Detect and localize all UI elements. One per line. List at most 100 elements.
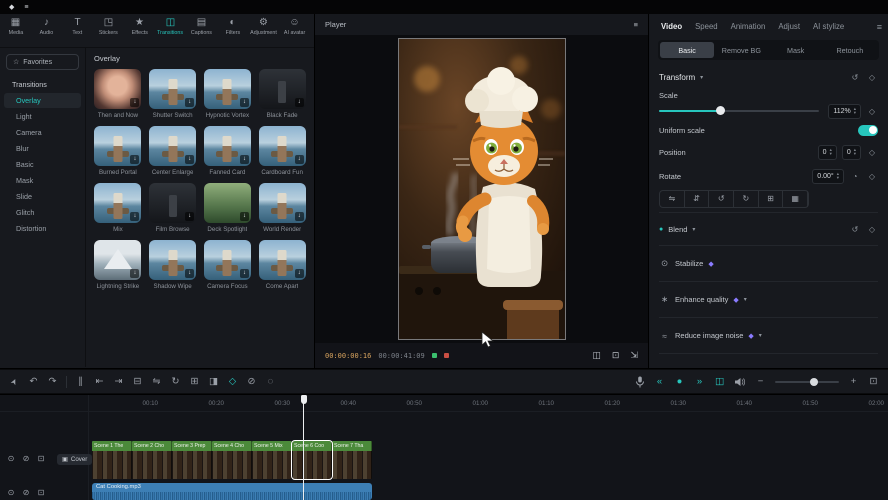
flip-vertical-icon[interactable]: ⇵ [685, 191, 710, 207]
flip-horizontal-icon[interactable]: ⇋ [660, 191, 685, 207]
rotate-right-icon[interactable]: ↻ [734, 191, 759, 207]
position-y-input[interactable]: 0 ▴▾ [842, 145, 861, 160]
download-icon[interactable]: ↓ [185, 212, 194, 221]
download-icon[interactable]: ↓ [240, 269, 249, 278]
hide-icon[interactable]: ◌ [265, 376, 276, 388]
keyframe-icon[interactable]: ◇ [227, 376, 238, 388]
timeline-clip[interactable]: Scene 2 Cho [132, 441, 172, 479]
download-icon[interactable]: ↓ [240, 212, 249, 221]
keyframe-icon[interactable]: ◇ [866, 148, 878, 157]
timeline-clip[interactable]: Scene 1 The [92, 441, 132, 479]
mute-icon[interactable]: ⊘ [246, 376, 257, 388]
track-hide-icon[interactable]: ⊙ [6, 487, 16, 499]
transition-thumbnail[interactable]: ↓ [259, 240, 306, 280]
uniform-scale-toggle[interactable] [858, 125, 878, 136]
enhance-quality-row[interactable]: ∗ Enhance quality ◆ ▾ [659, 286, 878, 313]
transition-item[interactable]: ↓ Shutter Switch [149, 69, 197, 119]
tab-ai-avatar[interactable]: ☺ AI avatar [279, 17, 310, 36]
transition-item[interactable]: ↓ Camera Focus [204, 240, 252, 290]
sidebar-item-distortion[interactable]: Distortion [4, 221, 81, 236]
rotate-left-icon[interactable]: ↺ [709, 191, 734, 207]
transition-thumbnail[interactable]: ↓ [149, 240, 196, 280]
mask-icon[interactable]: ◨ [208, 376, 219, 388]
transition-item[interactable]: ↓ Center Enlarge [149, 126, 197, 176]
transition-thumbnail[interactable]: ↓ [259, 69, 306, 109]
tab-adjustment[interactable]: ⚙ Adjustment [248, 17, 279, 36]
transition-item[interactable]: ↓ Cardboard Fun [258, 126, 306, 176]
transition-item[interactable]: ↓ Black Fade [258, 69, 306, 119]
keyframe-icon[interactable]: ◇ [866, 172, 878, 181]
timeline-ruler[interactable]: 00:1000:2000:3000:4000:5001:0001:1001:20… [0, 395, 888, 412]
keyframe-icon[interactable]: ◇ [866, 225, 878, 234]
fit-timeline-button[interactable]: ⊡ [868, 376, 879, 388]
reduce-noise-row[interactable]: ≈ Reduce image noise ◆ ▾ [659, 322, 878, 349]
canvas-fit-icon[interactable]: ⊡ [612, 350, 620, 361]
download-icon[interactable]: ↓ [295, 98, 304, 107]
transition-item[interactable]: ↓ Lightning Strike [94, 240, 142, 290]
transition-thumbnail[interactable]: ↓ [94, 126, 141, 166]
tab-captions[interactable]: ▤ Captions [186, 17, 217, 36]
crop-icon[interactable]: ⊞ [189, 376, 200, 388]
transition-thumbnail[interactable]: ↓ [94, 240, 141, 280]
timeline-zoom-slider[interactable] [775, 381, 839, 383]
tab-animation[interactable]: Animation [725, 18, 772, 35]
download-icon[interactable]: ↓ [295, 269, 304, 278]
sidebar-item-light[interactable]: Light [4, 109, 81, 124]
download-icon[interactable]: ↓ [185, 98, 194, 107]
download-icon[interactable]: ↓ [185, 269, 194, 278]
app-menu-icon[interactable]: ≡ [24, 4, 28, 11]
sidebar-item-overlay[interactable]: Overlay [4, 93, 81, 108]
ratio-icon[interactable]: ◫ [592, 350, 601, 361]
align-center-icon[interactable]: ⊞ [759, 191, 784, 207]
sidebar-item-glitch[interactable]: Glitch [4, 205, 81, 220]
transition-thumbnail[interactable]: ↓ [94, 183, 141, 223]
tab-text[interactable]: T Text [62, 17, 93, 36]
download-icon[interactable]: ↓ [295, 212, 304, 221]
timeline-clip[interactable]: Scene 3 Prep [172, 441, 212, 479]
tab-transitions[interactable]: ◫ Transitions [155, 17, 186, 36]
fullscreen-icon[interactable]: ⇲ [630, 350, 638, 361]
timeline[interactable]: 00:1000:2000:3000:4000:5001:0001:1001:20… [0, 395, 888, 500]
mirror-icon[interactable]: ⇋ [151, 376, 162, 388]
download-icon[interactable]: ↓ [295, 155, 304, 164]
rotate-value-input[interactable]: 0.00° ▴▾ [812, 169, 844, 184]
rotate-dial-icon[interactable]: ◔ [849, 172, 861, 181]
mark-out-icon[interactable] [444, 353, 449, 358]
download-icon[interactable]: ↓ [240, 155, 249, 164]
audio-clip[interactable]: Cat Cooking.mp3 [92, 483, 372, 500]
transition-item[interactable]: ↓ Deck Spotlight [204, 183, 252, 233]
tab-effects[interactable]: ★ Effects [124, 17, 155, 36]
tab-filters[interactable]: ◐ Filters [217, 17, 248, 36]
forward-icon[interactable]: » [694, 376, 705, 388]
timeline-clip[interactable]: Scene 7 Tha [332, 441, 372, 479]
transition-thumbnail[interactable]: ↓ [204, 183, 251, 223]
subtab-mask[interactable]: Mask [769, 42, 823, 58]
split-icon[interactable]: ∥ [75, 376, 86, 388]
rewind-icon[interactable]: « [654, 376, 665, 388]
transition-item[interactable]: ↓ Then and Now [94, 69, 142, 119]
tab-audio[interactable]: ♪ Audio [31, 17, 62, 36]
rotate-icon[interactable]: ↻ [170, 376, 181, 388]
track-mute-icon[interactable]: ⊘ [21, 487, 31, 499]
transition-item[interactable]: ↓ Hypnotic Vortex [204, 69, 252, 119]
position-x-input[interactable]: 0 ▴▾ [818, 145, 837, 160]
select-tool-icon[interactable]: ➤ [7, 374, 23, 389]
keyframe-icon[interactable]: ◇ [866, 107, 878, 116]
zoom-out-button[interactable]: − [755, 376, 766, 388]
stabilize-row[interactable]: ⊙ Stabilize ◆ [659, 250, 878, 277]
timeline-clip[interactable]: Scene 5 Mix [252, 441, 292, 479]
level-icon[interactable]: ▦ [783, 191, 808, 207]
mic-icon[interactable] [635, 376, 645, 388]
player-stage[interactable] [315, 35, 648, 343]
sidebar-section-label[interactable]: Transitions [4, 78, 81, 93]
redo-icon[interactable]: ↷ [47, 376, 58, 388]
tab-ai-stylize[interactable]: AI stylize [807, 18, 850, 35]
chevron-down-icon[interactable]: ▾ [759, 332, 762, 339]
transition-thumbnail[interactable]: ↓ [259, 183, 306, 223]
keyframe-icon[interactable]: ◇ [866, 73, 878, 82]
transition-thumbnail[interactable]: ↓ [259, 126, 306, 166]
transition-item[interactable]: ↓ Film Browse [149, 183, 197, 233]
track-hide-icon[interactable]: ⊙ [6, 453, 16, 465]
sidebar-item-blur[interactable]: Blur [4, 141, 81, 156]
transition-thumbnail[interactable]: ↓ [94, 69, 141, 109]
